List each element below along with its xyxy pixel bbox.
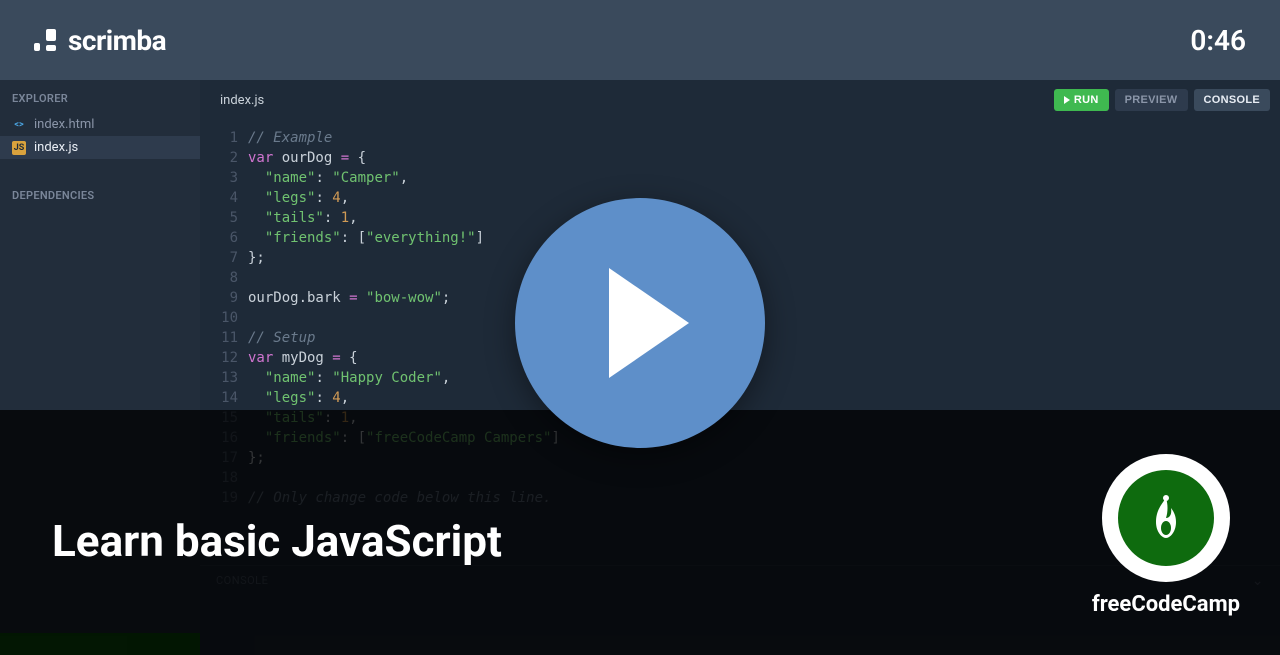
tab-bar: index.js RUN PREVIEW CONSOLE (200, 80, 1280, 120)
attribution-badge[interactable]: freeCodeCamp (1092, 454, 1240, 617)
preview-label: PREVIEW (1125, 94, 1178, 106)
attribution-label: freeCodeCamp (1092, 592, 1240, 617)
run-button[interactable]: RUN (1054, 89, 1109, 111)
header: scrimba 0:46 (0, 0, 1280, 80)
play-icon (609, 268, 689, 378)
sidebar: EXPLORER <> index.html JS index.js DEPENDEN… (0, 80, 200, 655)
file-name: index.js (34, 140, 78, 155)
tab-buttons: RUN PREVIEW CONSOLE (1054, 89, 1270, 111)
explorer-heading: EXPLORER (0, 80, 200, 113)
console-label: CONSOLE (1204, 94, 1261, 106)
console-button[interactable]: CONSOLE (1194, 89, 1271, 111)
chevron-down-icon: ⌄ (1252, 573, 1264, 589)
tab-indexjs[interactable]: index.js (200, 80, 284, 120)
fcc-logo-circle (1102, 454, 1230, 582)
big-play-button[interactable] (515, 198, 765, 448)
timestamp: 0:46 (1190, 24, 1246, 57)
file-name: index.html (34, 117, 94, 132)
file-list: <> index.html JS index.js (0, 113, 200, 159)
js-file-icon: JS (12, 141, 26, 155)
html-file-icon: <> (12, 118, 26, 132)
console-panel-label: CONSOLE (216, 574, 268, 587)
file-item-index-js[interactable]: JS index.js (0, 136, 200, 159)
dependencies-heading: DEPENDENCIES (0, 177, 200, 210)
flame-icon (1146, 494, 1186, 542)
preview-button[interactable]: PREVIEW (1115, 89, 1188, 111)
play-icon (1064, 96, 1070, 104)
file-item-index-html[interactable]: <> index.html (0, 113, 200, 136)
progress-bar[interactable] (0, 633, 200, 655)
brand-name: scrimba (68, 24, 166, 57)
brand-logo[interactable]: scrimba (34, 24, 166, 57)
run-label: RUN (1074, 94, 1099, 106)
scrimba-logo-icon (34, 29, 56, 51)
